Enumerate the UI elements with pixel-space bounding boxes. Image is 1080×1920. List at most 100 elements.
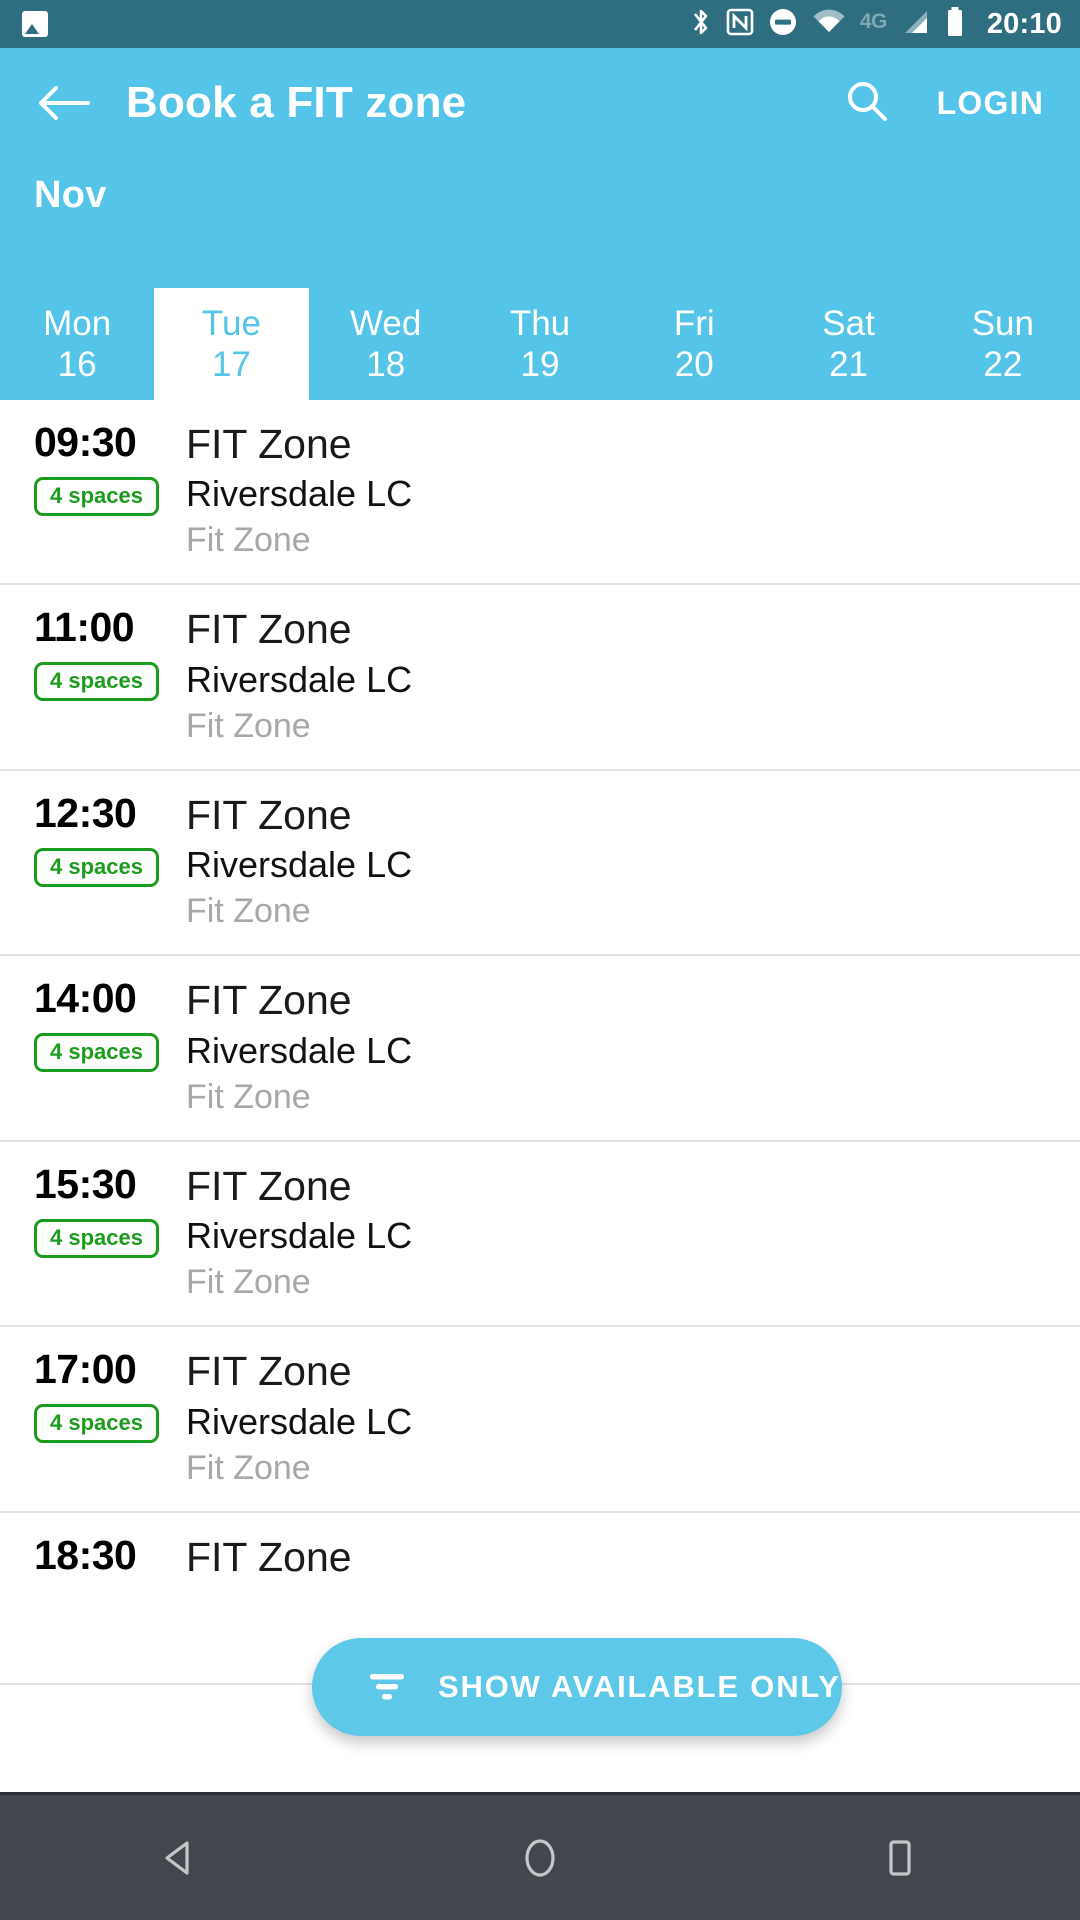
session-name: FIT Zone bbox=[186, 421, 352, 467]
session-name: FIT Zone bbox=[186, 1533, 352, 1580]
calendar-strip: Nov Mon 16 Tue 17 Wed 18 Thu 19 Fri 20 Sat 21 Sun 22 bbox=[0, 158, 1080, 400]
spaces-badge: 4 spaces bbox=[34, 477, 159, 516]
wifi-icon bbox=[812, 7, 846, 42]
nfc-icon bbox=[726, 7, 754, 42]
session-row[interactable]: 12:30 4 spaces FIT Zone Riversdale LC Fit Zo… bbox=[0, 771, 1080, 957]
month-label: Nov bbox=[34, 174, 107, 216]
session-time: 17:00 bbox=[34, 1346, 137, 1393]
session-row[interactable]: 15:30 4 spaces FIT Zone Riversdale LC Fit Zo… bbox=[0, 1142, 1080, 1328]
session-zone: Fit Zone bbox=[186, 521, 311, 560]
filter-icon bbox=[364, 1665, 410, 1710]
session-list[interactable]: 09:30 4 spaces FIT Zone Riversdale LC Fit Zo… bbox=[0, 400, 1080, 1792]
day-tab-thu[interactable]: Thu 19 bbox=[463, 288, 617, 400]
session-venue: Riversdale LC bbox=[186, 1029, 413, 1071]
session-zone: Fit Zone bbox=[186, 892, 311, 931]
search-icon[interactable] bbox=[843, 77, 891, 130]
show-available-only-label: SHOW AVAILABLE ONLY bbox=[438, 1669, 841, 1704]
session-right-column: FIT Zone Riversdale LC Fit Zone bbox=[186, 1163, 1080, 1302]
nav-recents-square-icon[interactable] bbox=[720, 1834, 1080, 1882]
nav-home-circle-icon[interactable] bbox=[360, 1832, 720, 1884]
session-zone: Fit Zone bbox=[186, 1263, 311, 1302]
day-tab-wed[interactable]: Wed 18 bbox=[309, 288, 463, 400]
session-time: 15:30 bbox=[34, 1160, 137, 1207]
show-available-only-button[interactable]: SHOW AVAILABLE ONLY bbox=[312, 1638, 842, 1736]
day-tab-dow: Fri bbox=[673, 303, 715, 343]
session-row[interactable]: 14:00 4 spaces FIT Zone Riversdale LC Fit Zo… bbox=[0, 956, 1080, 1142]
day-tab-dow: Tue bbox=[201, 303, 261, 343]
app-bar: Book a FIT zone LOGIN bbox=[0, 48, 1080, 158]
session-name: FIT Zone bbox=[186, 1348, 352, 1395]
back-arrow-icon[interactable] bbox=[34, 73, 94, 133]
session-name: FIT Zone bbox=[186, 606, 352, 653]
day-tab-tue[interactable]: Tue 17 bbox=[154, 288, 309, 400]
session-name: FIT Zone bbox=[186, 977, 352, 1024]
session-left-column: 12:30 4 spaces bbox=[0, 789, 186, 887]
page-title: Book a FIT zone bbox=[126, 78, 467, 127]
session-time: 11:00 bbox=[34, 604, 135, 651]
day-tab-date: 22 bbox=[983, 345, 1023, 384]
bluetooth-icon bbox=[690, 7, 712, 42]
session-time: 14:00 bbox=[34, 975, 137, 1022]
spaces-badge: 4 spaces bbox=[34, 1404, 159, 1444]
day-tab-sat[interactable]: Sat 21 bbox=[771, 288, 925, 400]
status-bar-left bbox=[22, 11, 48, 37]
session-right-column: FIT Zone Riversdale LC Fit Zone bbox=[186, 421, 1080, 560]
session-right-column: FIT Zone Riversdale LC Fit Zone bbox=[186, 791, 1080, 931]
status-bar-clock: 20:10 bbox=[986, 7, 1062, 40]
network-type-label: 4G bbox=[859, 9, 888, 33]
day-tab-date: 21 bbox=[829, 345, 869, 384]
day-tab-dow: Wed bbox=[350, 303, 422, 343]
session-row[interactable]: 17:00 4 spaces FIT Zone Riversdale LC Fit Zo… bbox=[0, 1327, 1080, 1513]
battery-icon bbox=[945, 6, 965, 43]
session-right-column: FIT Zone Riversdale LC Fit Zone bbox=[186, 606, 1080, 745]
session-row[interactable]: 11:00 4 spaces FIT Zone Riversdale LC Fit Zo… bbox=[0, 585, 1080, 771]
day-tab-dow: Thu bbox=[509, 303, 571, 343]
spaces-badge: 4 spaces bbox=[34, 1033, 159, 1073]
day-tab-dow: Sun bbox=[971, 303, 1034, 343]
app-bar-actions: LOGIN bbox=[843, 77, 1044, 130]
nav-back-triangle-icon[interactable] bbox=[0, 1834, 360, 1882]
session-time: 18:30 bbox=[34, 1531, 137, 1578]
session-left-column: 15:30 4 spaces bbox=[0, 1160, 186, 1258]
session-left-column: 18:30 bbox=[0, 1531, 186, 1578]
day-tab-date: 20 bbox=[674, 345, 714, 384]
session-venue: Riversdale LC bbox=[186, 844, 413, 886]
session-venue: Riversdale LC bbox=[186, 1400, 413, 1442]
session-left-column: 17:00 4 spaces bbox=[0, 1346, 186, 1444]
day-tab-dow: Sat bbox=[822, 303, 875, 343]
session-time: 12:30 bbox=[34, 789, 137, 836]
android-nav-bar bbox=[0, 1792, 1080, 1920]
day-tabs: Mon 16 Tue 17 Wed 18 Thu 19 Fri 20 Sat 21 Sun 22 bbox=[0, 288, 1080, 400]
session-name: FIT Zone bbox=[186, 791, 352, 838]
session-zone: Fit Zone bbox=[186, 706, 311, 745]
session-zone: Fit Zone bbox=[186, 1448, 311, 1487]
session-venue: Riversdale LC bbox=[186, 658, 413, 700]
session-right-column: FIT Zone Riversdale LC Fit Zone bbox=[186, 1348, 1080, 1487]
day-tab-date: 18 bbox=[366, 345, 406, 384]
status-bar-right: 4G 20:10 bbox=[690, 6, 1062, 43]
session-venue: Riversdale LC bbox=[186, 1215, 413, 1257]
session-right-column: FIT Zone bbox=[186, 1533, 1080, 1580]
day-tab-date: 19 bbox=[520, 345, 560, 384]
session-row[interactable]: 09:30 4 spaces FIT Zone Riversdale LC Fit Zo… bbox=[0, 400, 1080, 586]
spaces-badge: 4 spaces bbox=[34, 847, 159, 887]
status-bar: 4G 20:10 bbox=[0, 0, 1080, 48]
do-not-disturb-icon bbox=[768, 7, 798, 42]
day-tab-fri[interactable]: Fri 20 bbox=[617, 288, 771, 400]
session-left-column: 09:30 4 spaces bbox=[0, 422, 186, 516]
spaces-badge: 4 spaces bbox=[34, 662, 159, 702]
cellular-signal-icon bbox=[901, 7, 931, 42]
day-tab-date: 17 bbox=[211, 345, 251, 384]
session-venue: Riversdale LC bbox=[186, 473, 413, 515]
day-tab-date: 16 bbox=[57, 345, 97, 384]
session-left-column: 14:00 4 spaces bbox=[0, 975, 186, 1073]
day-tab-dow: Mon bbox=[43, 303, 112, 343]
session-left-column: 11:00 4 spaces bbox=[0, 604, 186, 702]
day-tab-sun[interactable]: Sun 22 bbox=[926, 288, 1080, 400]
session-right-column: FIT Zone Riversdale LC Fit Zone bbox=[186, 977, 1080, 1116]
spaces-badge: 4 spaces bbox=[34, 1218, 159, 1258]
image-icon bbox=[22, 11, 48, 37]
login-button[interactable]: LOGIN bbox=[937, 85, 1044, 122]
session-zone: Fit Zone bbox=[186, 1077, 311, 1116]
day-tab-mon[interactable]: Mon 16 bbox=[0, 288, 154, 400]
